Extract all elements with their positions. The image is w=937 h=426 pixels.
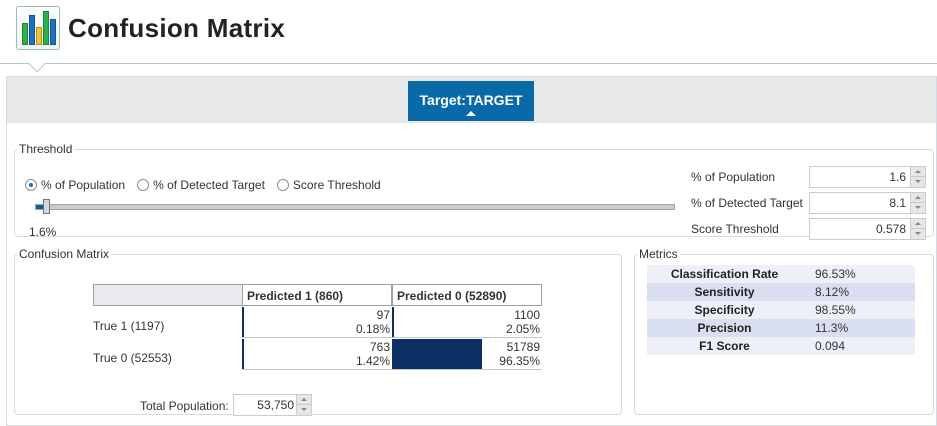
cell-percent: 2.05%: [505, 322, 540, 336]
radio-percent-population[interactable]: % of Population: [25, 178, 125, 192]
cell-count: 763: [369, 340, 390, 354]
cell-edge-bar: [242, 339, 244, 369]
confusion-matrix-group: Confusion Matrix Predicted 1 (860) Predi…: [14, 247, 622, 416]
spin-down-button[interactable]: [910, 177, 925, 187]
population-input[interactable]: 1.6: [810, 167, 910, 187]
metric-row: Sensitivity 8.12%: [647, 283, 915, 301]
metric-row: F1 Score 0.094: [647, 337, 915, 355]
metrics-group: Metrics Classification Rate 96.53% Sensi…: [634, 247, 934, 415]
metric-row: Specificity 98.55%: [647, 301, 915, 319]
spin-down-button[interactable]: [296, 405, 311, 415]
icon-bar: [36, 27, 42, 45]
spin-down-button[interactable]: [910, 203, 925, 213]
cell-edge-bar: [392, 307, 394, 337]
matrix-cell-fp: 763 1.42%: [242, 339, 392, 370]
field-row-detected-target: % of Detected Target 8.1: [691, 192, 926, 214]
total-population-input[interactable]: 53,750: [234, 395, 298, 415]
spin-up-button[interactable]: [910, 219, 925, 229]
icon-bar: [43, 11, 49, 45]
cell-heat-fill: [392, 339, 482, 369]
matrix-cell-fn: 1100 2.05%: [392, 307, 542, 338]
page-header: Confusion Matrix: [0, 0, 937, 58]
icon-bar: [29, 15, 35, 45]
metric-name: Precision: [697, 321, 752, 335]
metric-name: Sensitivity: [694, 285, 755, 299]
radio-label: Score Threshold: [292, 178, 381, 192]
total-population-label: Total Population:: [140, 399, 229, 413]
confusion-matrix-legend: Confusion Matrix: [19, 247, 110, 261]
radio-icon[interactable]: [137, 179, 150, 191]
radio-icon[interactable]: [276, 179, 289, 191]
cell-percent: 96.35%: [499, 354, 540, 368]
metric-value: 0.094: [815, 339, 846, 353]
column-header-predicted-0: Predicted 0 (52890): [392, 284, 542, 306]
metric-row: Classification Rate 96.53%: [647, 265, 915, 283]
header-divider: [0, 63, 937, 64]
icon-bar: [22, 23, 28, 45]
spin-down-button[interactable]: [910, 229, 925, 239]
slider-value-label: 1.6%: [29, 225, 57, 239]
population-stepper[interactable]: 1.6: [809, 166, 926, 188]
detected-target-stepper[interactable]: 8.1: [809, 192, 926, 214]
target-tab[interactable]: Target:TARGET: [408, 81, 534, 121]
field-label: Score Threshold: [691, 222, 779, 236]
threshold-group: Threshold % of Population % of Detected …: [14, 142, 934, 240]
field-label: % of Detected Target: [691, 196, 803, 210]
field-row-score-threshold: Score Threshold 0.578: [691, 218, 926, 240]
matrix-cell-tp: 97 0.18%: [242, 307, 392, 338]
slider-handle[interactable]: [43, 199, 50, 214]
row-label-true-0: True 0 (52553): [93, 351, 172, 365]
target-tab-label: Target:TARGET: [419, 92, 523, 108]
metric-value: 11.3%: [815, 321, 849, 335]
radio-label: % of Population: [41, 178, 126, 192]
metric-name: Specificity: [694, 303, 755, 317]
bar-chart-icon: [16, 6, 60, 50]
matrix-corner-cell: [93, 284, 243, 306]
threshold-legend: Threshold: [19, 142, 73, 156]
metric-value: 98.55%: [815, 303, 856, 317]
cell-edge-bar: [242, 307, 244, 337]
score-threshold-input[interactable]: 0.578: [810, 219, 910, 239]
metrics-legend: Metrics: [639, 247, 678, 261]
cell-count: 1100: [514, 308, 540, 322]
cell-percent: 0.18%: [355, 322, 390, 336]
field-row-population: % of Population 1.6: [691, 166, 926, 188]
row-label-true-1: True 1 (1197): [93, 319, 165, 333]
target-strip: Target:TARGET: [7, 77, 936, 123]
page-title: Confusion Matrix: [68, 13, 286, 43]
matrix-cell-tn: 51789 96.35%: [392, 339, 542, 370]
header-pointer: [28, 55, 46, 73]
radio-label: % of Detected Target: [153, 178, 265, 192]
cell-count: 51789: [506, 340, 540, 354]
threshold-slider[interactable]: [35, 199, 675, 214]
total-population-stepper[interactable]: 53,750: [233, 394, 312, 416]
cell-count: 97: [376, 308, 390, 322]
metric-name: Classification Rate: [670, 267, 779, 281]
cell-percent: 1.42%: [355, 354, 390, 368]
radio-score-threshold[interactable]: Score Threshold: [276, 178, 381, 192]
score-threshold-stepper[interactable]: 0.578: [809, 218, 926, 240]
metric-row: Precision 11.3%: [647, 319, 915, 337]
radio-percent-detected-target[interactable]: % of Detected Target: [137, 178, 265, 192]
icon-bar: [50, 19, 56, 45]
threshold-mode-radios: % of Population % of Detected Target Sco…: [25, 178, 381, 192]
caret-up-icon: [466, 111, 476, 116]
spin-up-button[interactable]: [910, 167, 925, 177]
column-header-predicted-1: Predicted 1 (860): [242, 284, 392, 306]
spin-up-button[interactable]: [296, 395, 311, 405]
metric-name: F1 Score: [699, 339, 750, 353]
radio-icon[interactable]: [25, 179, 37, 191]
field-label: % of Population: [691, 170, 776, 184]
detected-target-input[interactable]: 8.1: [810, 193, 910, 213]
metric-value: 8.12%: [815, 285, 850, 299]
metric-value: 96.53%: [815, 267, 856, 281]
spin-up-button[interactable]: [910, 193, 925, 203]
main-panel: Target:TARGET Threshold % of Population …: [6, 76, 937, 426]
